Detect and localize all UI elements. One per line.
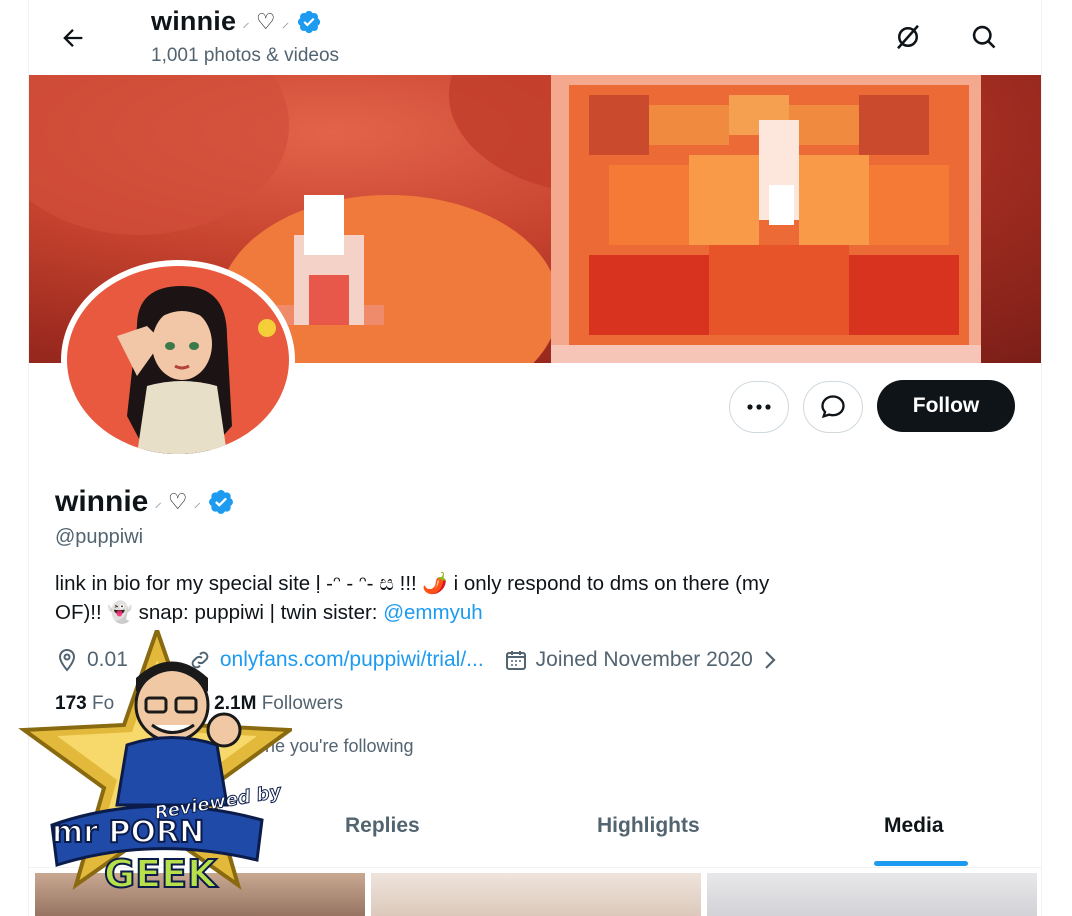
verified-icon: [297, 10, 320, 33]
decor-left: ⸝: [154, 494, 162, 511]
heart-icon: ♡: [167, 489, 188, 514]
bio-line-2-text: OF)!! 👻 snap: puppiwi | twin sister:: [55, 601, 384, 624]
calendar-icon: [505, 651, 526, 670]
decor-left: ⸝: [242, 13, 250, 31]
hidden-icon: [897, 24, 919, 50]
header-subtitle: 1,001 photos & videos: [151, 45, 340, 66]
tab-media[interactable]: Media: [884, 814, 944, 838]
profile-handle: @puppiwi: [55, 526, 144, 548]
watermark-line-3: GEEK: [103, 851, 218, 897]
joined-item[interactable]: Joined November 2020: [504, 648, 779, 672]
bio-line-2: OF)!! 👻 snap: puppiwi | twin sister: @em…: [55, 598, 1005, 627]
hide-button[interactable]: [887, 16, 929, 58]
bio-mention-link[interactable]: @emmyuh: [383, 601, 482, 624]
watermark-badge: Reviewed by mr PORN GEEK: [12, 623, 296, 910]
message-button[interactable]: [803, 381, 863, 433]
header-name: winnie: [151, 6, 237, 36]
tab-highlights[interactable]: Highlights: [597, 814, 700, 838]
back-button[interactable]: [53, 18, 93, 58]
media-thumbnail[interactable]: [707, 873, 1037, 916]
avatar-image: [67, 266, 289, 454]
watermark-line-2: mr PORN: [51, 814, 205, 851]
decor-right: ⸝: [281, 13, 290, 31]
more-icon: [747, 404, 771, 410]
follow-button[interactable]: Follow: [877, 380, 1015, 432]
active-tab-indicator: [874, 861, 968, 866]
profile-bio: link in bio for my special site ḷ -ᵔ - ᵔ…: [55, 569, 1005, 627]
profile-name: winnie ⸝ ♡ ⸝: [55, 485, 235, 519]
tab-replies[interactable]: Replies: [345, 814, 420, 838]
back-arrow-icon: [63, 29, 83, 47]
bio-line-1: link in bio for my special site ḷ -ᵔ - ᵔ…: [55, 572, 770, 595]
verified-icon: [209, 490, 234, 514]
heart-icon: ♡: [255, 8, 276, 34]
joined-text: Joined November 2020: [535, 648, 753, 671]
avatar[interactable]: [61, 260, 295, 460]
avatar-illustration: [117, 286, 276, 454]
chevron-right-icon: [765, 651, 776, 669]
media-thumbnail[interactable]: [371, 873, 701, 916]
more-button[interactable]: [729, 381, 789, 433]
decor-right: ⸝: [193, 494, 202, 511]
search-button[interactable]: [963, 16, 1005, 58]
message-icon: [821, 395, 845, 419]
top-bar: winnie ⸝ ♡ ⸝ 1,001 photos & videos: [29, 0, 1041, 75]
search-icon: [972, 25, 996, 49]
display-name: winnie: [55, 485, 149, 518]
header-title: winnie ⸝ ♡ ⸝: [151, 6, 322, 37]
